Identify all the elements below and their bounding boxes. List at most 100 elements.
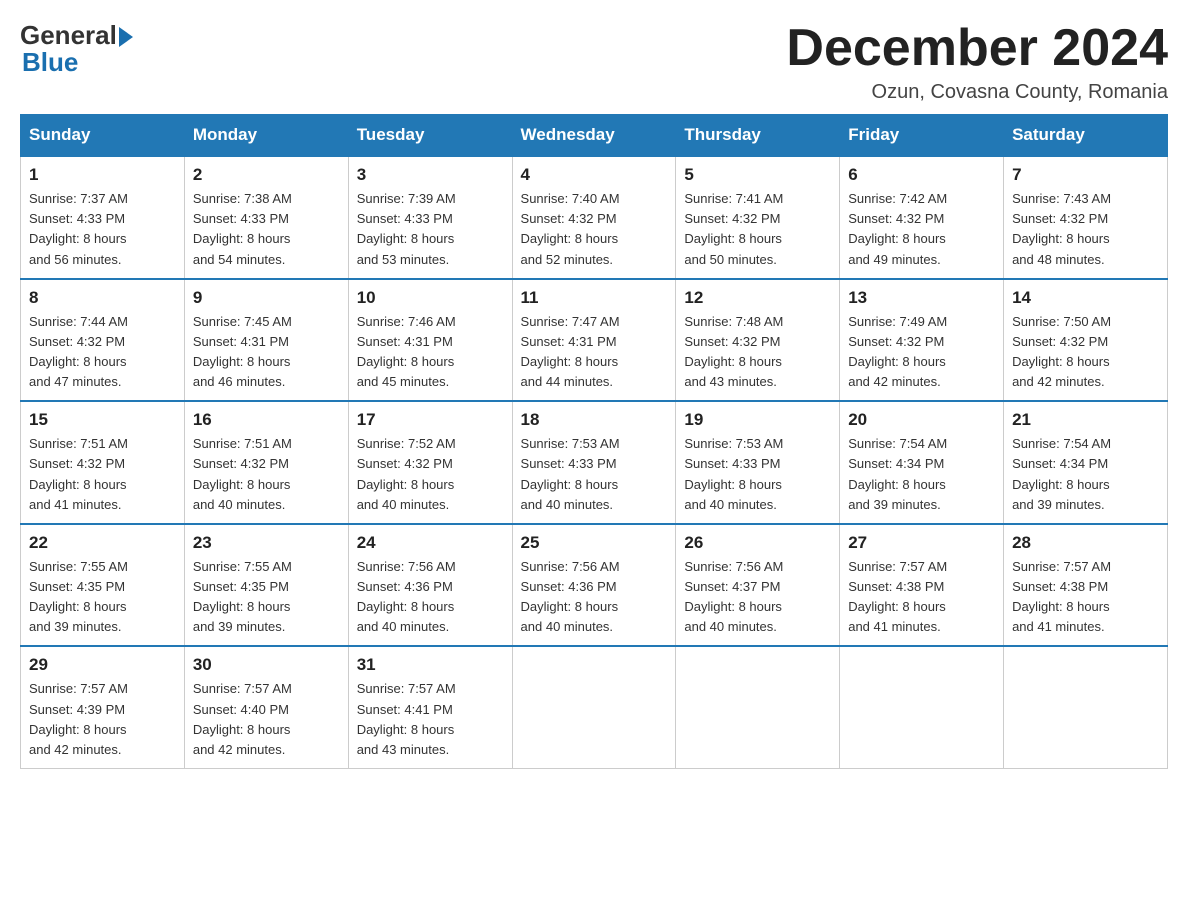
calendar-cell [512, 646, 676, 768]
calendar-day-header: Monday [184, 115, 348, 157]
calendar-cell: 16 Sunrise: 7:51 AM Sunset: 4:32 PM Dayl… [184, 401, 348, 524]
logo-blue-text: Blue [20, 47, 78, 78]
calendar-day-header: Friday [840, 115, 1004, 157]
day-info: Sunrise: 7:47 AM Sunset: 4:31 PM Dayligh… [521, 312, 668, 393]
day-info: Sunrise: 7:38 AM Sunset: 4:33 PM Dayligh… [193, 189, 340, 270]
day-info: Sunrise: 7:57 AM Sunset: 4:38 PM Dayligh… [848, 557, 995, 638]
day-number: 9 [193, 288, 340, 308]
day-number: 28 [1012, 533, 1159, 553]
calendar-day-header: Saturday [1004, 115, 1168, 157]
calendar-cell: 5 Sunrise: 7:41 AM Sunset: 4:32 PM Dayli… [676, 156, 840, 279]
day-info: Sunrise: 7:54 AM Sunset: 4:34 PM Dayligh… [848, 434, 995, 515]
day-info: Sunrise: 7:53 AM Sunset: 4:33 PM Dayligh… [521, 434, 668, 515]
day-number: 15 [29, 410, 176, 430]
calendar-cell: 28 Sunrise: 7:57 AM Sunset: 4:38 PM Dayl… [1004, 524, 1168, 647]
day-info: Sunrise: 7:51 AM Sunset: 4:32 PM Dayligh… [29, 434, 176, 515]
day-number: 3 [357, 165, 504, 185]
calendar-cell: 27 Sunrise: 7:57 AM Sunset: 4:38 PM Dayl… [840, 524, 1004, 647]
day-info: Sunrise: 7:55 AM Sunset: 4:35 PM Dayligh… [29, 557, 176, 638]
day-info: Sunrise: 7:41 AM Sunset: 4:32 PM Dayligh… [684, 189, 831, 270]
day-number: 11 [521, 288, 668, 308]
day-number: 14 [1012, 288, 1159, 308]
day-number: 7 [1012, 165, 1159, 185]
calendar-cell: 21 Sunrise: 7:54 AM Sunset: 4:34 PM Dayl… [1004, 401, 1168, 524]
day-number: 29 [29, 655, 176, 675]
day-number: 24 [357, 533, 504, 553]
day-number: 18 [521, 410, 668, 430]
day-number: 27 [848, 533, 995, 553]
day-number: 19 [684, 410, 831, 430]
calendar-cell: 19 Sunrise: 7:53 AM Sunset: 4:33 PM Dayl… [676, 401, 840, 524]
calendar-week-row: 8 Sunrise: 7:44 AM Sunset: 4:32 PM Dayli… [21, 279, 1168, 402]
calendar-week-row: 29 Sunrise: 7:57 AM Sunset: 4:39 PM Dayl… [21, 646, 1168, 768]
day-info: Sunrise: 7:40 AM Sunset: 4:32 PM Dayligh… [521, 189, 668, 270]
day-info: Sunrise: 7:56 AM Sunset: 4:36 PM Dayligh… [357, 557, 504, 638]
day-number: 5 [684, 165, 831, 185]
calendar-cell: 15 Sunrise: 7:51 AM Sunset: 4:32 PM Dayl… [21, 401, 185, 524]
day-number: 21 [1012, 410, 1159, 430]
calendar-cell: 30 Sunrise: 7:57 AM Sunset: 4:40 PM Dayl… [184, 646, 348, 768]
day-info: Sunrise: 7:55 AM Sunset: 4:35 PM Dayligh… [193, 557, 340, 638]
day-info: Sunrise: 7:48 AM Sunset: 4:32 PM Dayligh… [684, 312, 831, 393]
logo: General Blue [20, 20, 133, 78]
day-info: Sunrise: 7:43 AM Sunset: 4:32 PM Dayligh… [1012, 189, 1159, 270]
day-info: Sunrise: 7:44 AM Sunset: 4:32 PM Dayligh… [29, 312, 176, 393]
day-number: 13 [848, 288, 995, 308]
calendar-week-row: 15 Sunrise: 7:51 AM Sunset: 4:32 PM Dayl… [21, 401, 1168, 524]
day-info: Sunrise: 7:57 AM Sunset: 4:38 PM Dayligh… [1012, 557, 1159, 638]
calendar-cell: 13 Sunrise: 7:49 AM Sunset: 4:32 PM Dayl… [840, 279, 1004, 402]
day-info: Sunrise: 7:37 AM Sunset: 4:33 PM Dayligh… [29, 189, 176, 270]
day-number: 12 [684, 288, 831, 308]
day-number: 2 [193, 165, 340, 185]
day-number: 4 [521, 165, 668, 185]
calendar-cell [1004, 646, 1168, 768]
calendar-day-header: Sunday [21, 115, 185, 157]
calendar-cell: 18 Sunrise: 7:53 AM Sunset: 4:33 PM Dayl… [512, 401, 676, 524]
day-number: 25 [521, 533, 668, 553]
day-info: Sunrise: 7:52 AM Sunset: 4:32 PM Dayligh… [357, 434, 504, 515]
day-number: 31 [357, 655, 504, 675]
day-info: Sunrise: 7:56 AM Sunset: 4:37 PM Dayligh… [684, 557, 831, 638]
calendar-cell: 3 Sunrise: 7:39 AM Sunset: 4:33 PM Dayli… [348, 156, 512, 279]
calendar-cell: 6 Sunrise: 7:42 AM Sunset: 4:32 PM Dayli… [840, 156, 1004, 279]
calendar-cell: 26 Sunrise: 7:56 AM Sunset: 4:37 PM Dayl… [676, 524, 840, 647]
day-number: 22 [29, 533, 176, 553]
day-info: Sunrise: 7:57 AM Sunset: 4:41 PM Dayligh… [357, 679, 504, 760]
day-info: Sunrise: 7:42 AM Sunset: 4:32 PM Dayligh… [848, 189, 995, 270]
day-info: Sunrise: 7:54 AM Sunset: 4:34 PM Dayligh… [1012, 434, 1159, 515]
day-number: 30 [193, 655, 340, 675]
day-info: Sunrise: 7:45 AM Sunset: 4:31 PM Dayligh… [193, 312, 340, 393]
calendar-cell: 1 Sunrise: 7:37 AM Sunset: 4:33 PM Dayli… [21, 156, 185, 279]
month-year-title: December 2024 [786, 20, 1168, 77]
calendar-day-header: Tuesday [348, 115, 512, 157]
calendar-cell: 22 Sunrise: 7:55 AM Sunset: 4:35 PM Dayl… [21, 524, 185, 647]
day-info: Sunrise: 7:49 AM Sunset: 4:32 PM Dayligh… [848, 312, 995, 393]
day-info: Sunrise: 7:56 AM Sunset: 4:36 PM Dayligh… [521, 557, 668, 638]
day-info: Sunrise: 7:50 AM Sunset: 4:32 PM Dayligh… [1012, 312, 1159, 393]
day-info: Sunrise: 7:51 AM Sunset: 4:32 PM Dayligh… [193, 434, 340, 515]
calendar-cell: 10 Sunrise: 7:46 AM Sunset: 4:31 PM Dayl… [348, 279, 512, 402]
calendar-cell: 24 Sunrise: 7:56 AM Sunset: 4:36 PM Dayl… [348, 524, 512, 647]
calendar-cell: 31 Sunrise: 7:57 AM Sunset: 4:41 PM Dayl… [348, 646, 512, 768]
calendar-day-header: Wednesday [512, 115, 676, 157]
calendar-cell [676, 646, 840, 768]
location-subtitle: Ozun, Covasna County, Romania [786, 81, 1168, 104]
calendar-cell: 4 Sunrise: 7:40 AM Sunset: 4:32 PM Dayli… [512, 156, 676, 279]
calendar-cell: 17 Sunrise: 7:52 AM Sunset: 4:32 PM Dayl… [348, 401, 512, 524]
calendar-cell: 11 Sunrise: 7:47 AM Sunset: 4:31 PM Dayl… [512, 279, 676, 402]
day-number: 8 [29, 288, 176, 308]
calendar-day-header: Thursday [676, 115, 840, 157]
day-number: 10 [357, 288, 504, 308]
calendar-cell: 2 Sunrise: 7:38 AM Sunset: 4:33 PM Dayli… [184, 156, 348, 279]
day-info: Sunrise: 7:39 AM Sunset: 4:33 PM Dayligh… [357, 189, 504, 270]
calendar-cell: 12 Sunrise: 7:48 AM Sunset: 4:32 PM Dayl… [676, 279, 840, 402]
calendar-table: SundayMondayTuesdayWednesdayThursdayFrid… [20, 114, 1168, 769]
day-number: 17 [357, 410, 504, 430]
calendar-week-row: 22 Sunrise: 7:55 AM Sunset: 4:35 PM Dayl… [21, 524, 1168, 647]
calendar-cell: 23 Sunrise: 7:55 AM Sunset: 4:35 PM Dayl… [184, 524, 348, 647]
day-info: Sunrise: 7:57 AM Sunset: 4:39 PM Dayligh… [29, 679, 176, 760]
calendar-cell: 14 Sunrise: 7:50 AM Sunset: 4:32 PM Dayl… [1004, 279, 1168, 402]
calendar-cell: 8 Sunrise: 7:44 AM Sunset: 4:32 PM Dayli… [21, 279, 185, 402]
title-block: December 2024 Ozun, Covasna County, Roma… [786, 20, 1168, 104]
page-header: General Blue December 2024 Ozun, Covasna… [20, 20, 1168, 104]
